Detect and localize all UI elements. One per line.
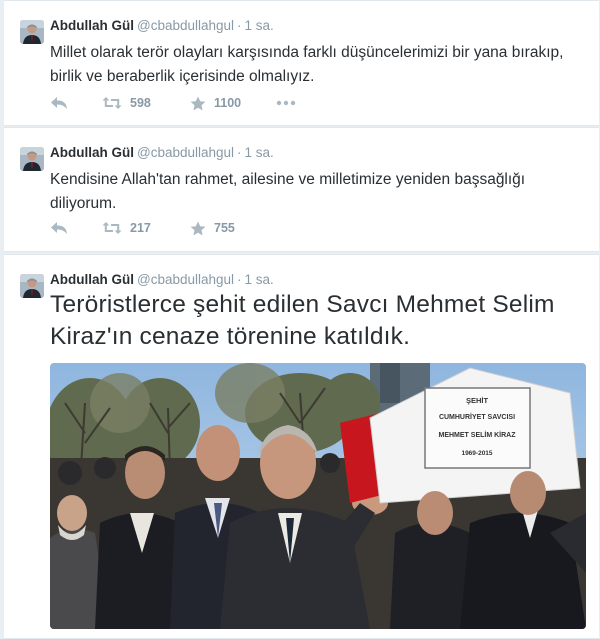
tweet-header: Abdullah Gül @cbabdullahgul · 1 sa. xyxy=(50,272,274,287)
reply-icon xyxy=(50,221,68,235)
separator: · xyxy=(237,272,242,287)
user-name[interactable]: Abdullah Gül xyxy=(50,145,134,160)
coffin-sign-line3: MEHMET SELİM KİRAZ xyxy=(439,431,517,439)
separator: · xyxy=(237,18,242,33)
favorite-button[interactable]: 1100 xyxy=(190,96,276,111)
tweet-text: Kendisine Allah'tan rahmet, ailesine ve … xyxy=(50,171,526,212)
avatar[interactable] xyxy=(20,20,44,44)
coffin-sign-line2: CUMHURİYET SAVCISI xyxy=(439,413,515,421)
retweet-button[interactable]: 598 xyxy=(102,96,190,110)
retweet-icon xyxy=(102,221,122,235)
star-icon xyxy=(190,221,206,236)
retweet-button[interactable]: 217 xyxy=(102,221,190,235)
reply-button[interactable] xyxy=(50,96,102,110)
favorite-count: 755 xyxy=(214,221,235,235)
tweet[interactable]: Abdullah Gül @cbabdullahgul · 1 sa. Teröris… xyxy=(4,254,599,639)
more-button[interactable] xyxy=(276,100,296,106)
avatar[interactable] xyxy=(20,147,44,171)
favorite-button[interactable]: 755 xyxy=(190,221,276,236)
avatar[interactable] xyxy=(20,274,44,298)
tweet-header: Abdullah Gül @cbabdullahgul · 1 sa. xyxy=(50,18,274,33)
coffin-sign-line1: ŞEHİT xyxy=(466,396,489,405)
reply-button[interactable] xyxy=(50,221,102,235)
favorite-count: 1100 xyxy=(214,96,242,110)
tweet-photo[interactable]: ŞEHİT CUMHURİYET SAVCISI MEHMET SELİM Kİ… xyxy=(50,363,586,629)
timeline: Abdullah Gül @cbabdullahgul · 1 sa. Millet … xyxy=(0,0,600,639)
reply-icon xyxy=(50,96,68,110)
user-name[interactable]: Abdullah Gül xyxy=(50,272,134,287)
star-icon xyxy=(190,96,206,111)
retweet-count: 217 xyxy=(130,221,151,235)
timestamp[interactable]: 1 sa. xyxy=(245,272,274,287)
tweet-actions: 217 755 xyxy=(50,218,276,238)
tweet-text: Millet olarak terör olayları karşısında … xyxy=(50,44,564,85)
more-icon xyxy=(276,100,296,106)
timestamp[interactable]: 1 sa. xyxy=(245,18,274,33)
user-name[interactable]: Abdullah Gül xyxy=(50,18,134,33)
tweet-header: Abdullah Gül @cbabdullahgul · 1 sa. xyxy=(50,145,274,160)
user-handle[interactable]: @cbabdullahgul xyxy=(137,145,234,160)
coffin-sign-line4: 1969-2015 xyxy=(461,450,492,457)
tweet-actions: 598 1100 xyxy=(50,93,296,113)
retweet-count: 598 xyxy=(130,96,151,110)
user-handle[interactable]: @cbabdullahgul xyxy=(137,272,234,287)
retweet-icon xyxy=(102,96,122,110)
tweet[interactable]: Abdullah Gül @cbabdullahgul · 1 sa. Millet … xyxy=(4,0,599,126)
timestamp[interactable]: 1 sa. xyxy=(245,145,274,160)
separator: · xyxy=(237,145,242,160)
user-handle[interactable]: @cbabdullahgul xyxy=(137,18,234,33)
tweet-text: Teröristlerce şehit edilen Savcı Mehmet … xyxy=(50,291,555,350)
tweet[interactable]: Abdullah Gül @cbabdullahgul · 1 sa. Kendisi… xyxy=(4,127,599,252)
